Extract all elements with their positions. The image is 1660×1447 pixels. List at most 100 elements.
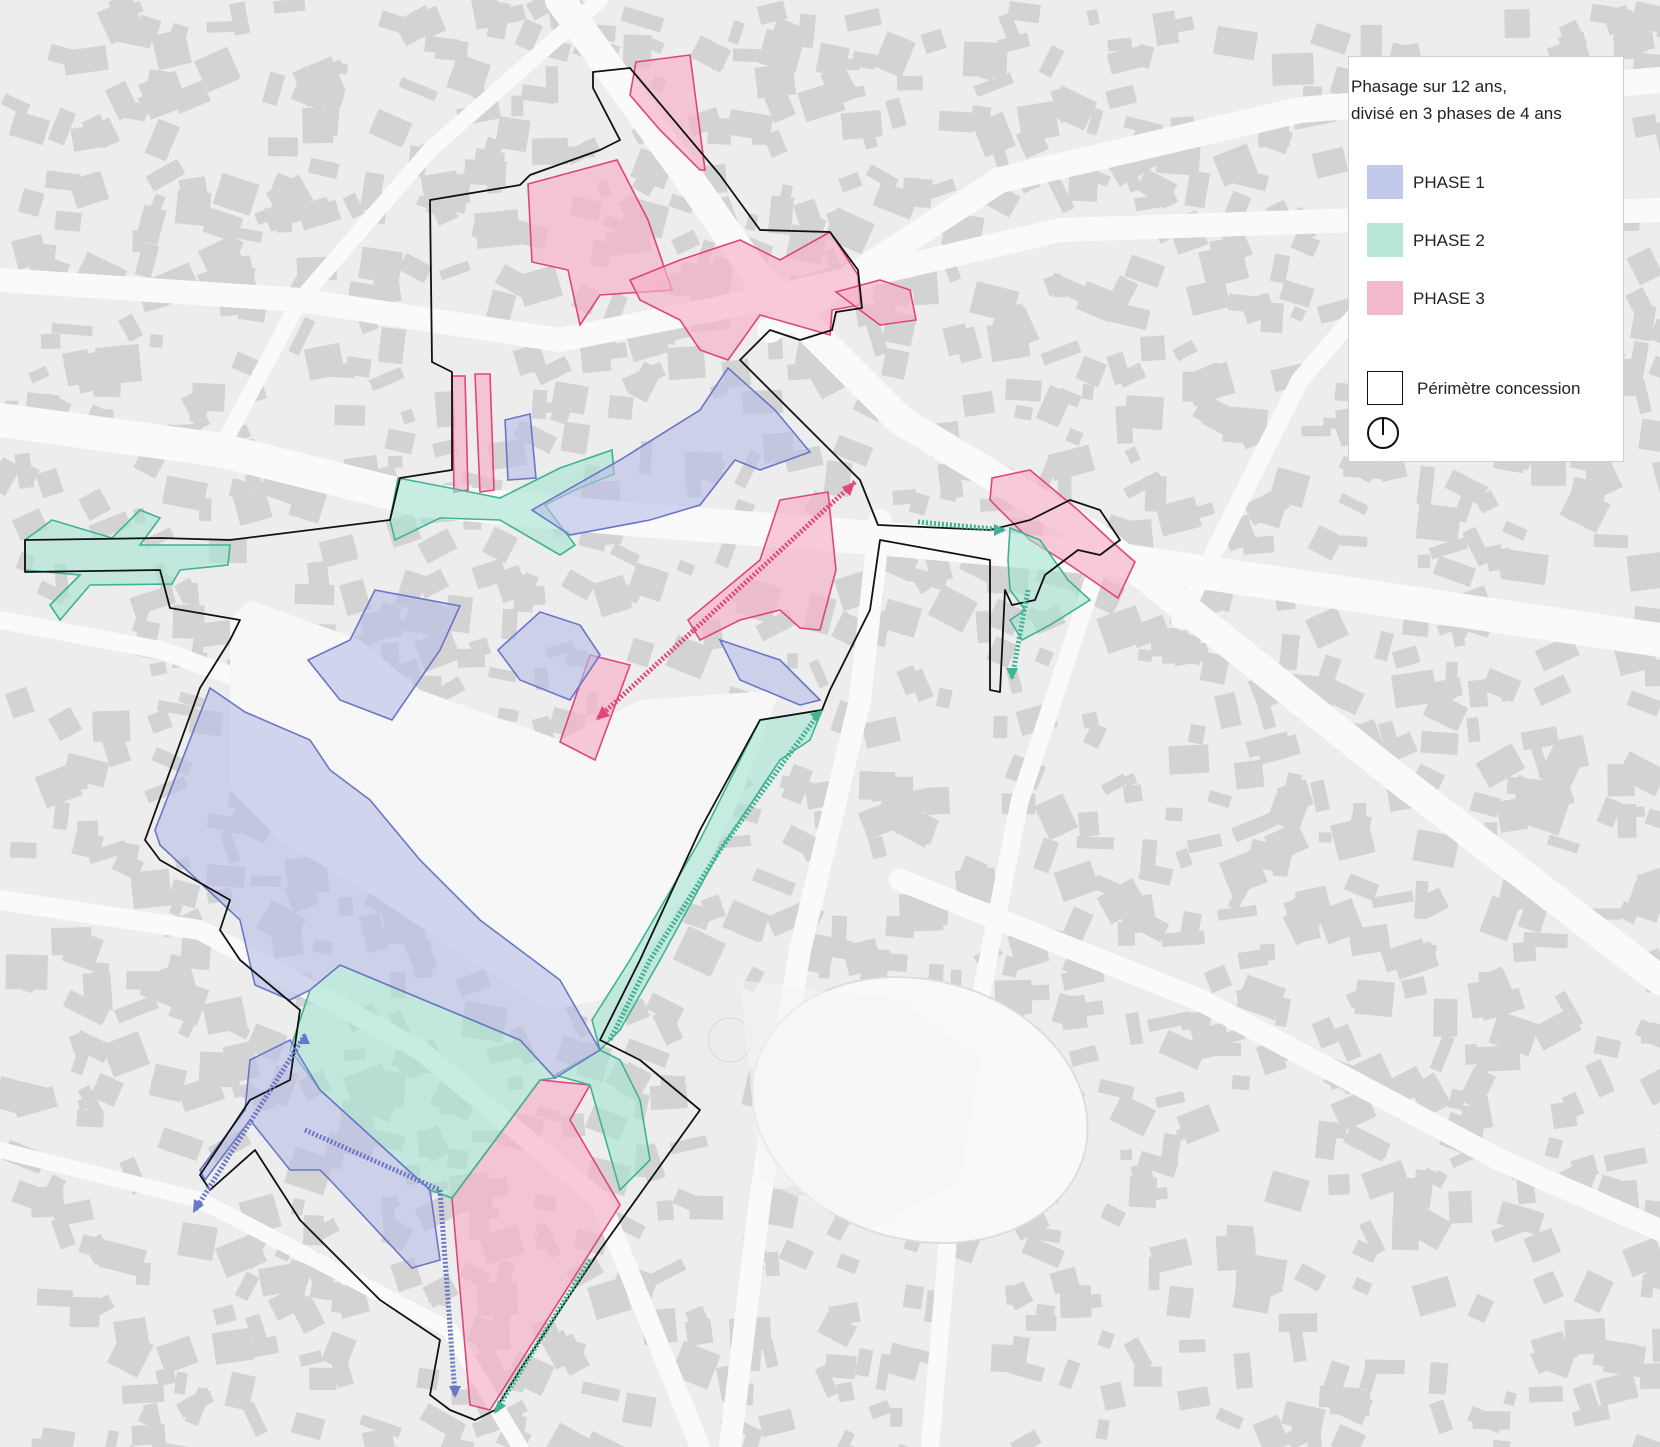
building-block (36, 1288, 74, 1308)
building-block (416, 1367, 440, 1391)
building-block (1231, 1074, 1251, 1091)
building-block (531, 137, 569, 165)
building-block (1448, 1190, 1473, 1224)
building-block (1626, 551, 1660, 592)
building-block (684, 1318, 714, 1347)
building-block (54, 210, 82, 232)
building-block (710, 55, 725, 71)
building-block (1433, 998, 1458, 1037)
building-block (1651, 1328, 1660, 1363)
building-block (767, 195, 795, 235)
building-block (132, 230, 145, 253)
building-block (1165, 807, 1183, 822)
building-block (732, 48, 765, 63)
building-block (1464, 1044, 1478, 1065)
building-block (324, 62, 348, 75)
building-block (961, 390, 996, 418)
building-block (1140, 839, 1158, 870)
building-block (334, 404, 366, 426)
building-block (1233, 759, 1265, 790)
building-block (1139, 335, 1166, 362)
legend-title-line2: divisé en 3 phases de 4 ans (1351, 104, 1562, 123)
building-block (659, 1074, 686, 1096)
building-block (30, 1185, 65, 1218)
building-block (969, 105, 992, 132)
building-block (1150, 628, 1180, 657)
legend-item-phase2: PHASE 2 (1367, 223, 1617, 259)
building-block (1340, 535, 1368, 548)
building-block (938, 110, 975, 133)
phase1-label: PHASE 1 (1413, 173, 1485, 192)
building-block (1415, 503, 1462, 543)
building-block (121, 1383, 165, 1405)
building-block (1120, 1149, 1133, 1161)
building-block (1348, 923, 1391, 957)
building-block (9, 841, 37, 859)
building-block (840, 109, 883, 141)
building-block (199, 1063, 219, 1082)
building-block (513, 574, 535, 613)
building-block (1593, 533, 1629, 549)
building-block (1390, 669, 1438, 709)
building-block (924, 786, 951, 815)
building-block (1168, 744, 1210, 775)
building-block (975, 610, 991, 644)
map-legend: Phasage sur 12 ans, divisé en 3 phases d… (1348, 56, 1624, 462)
building-block (1133, 1366, 1163, 1387)
building-block (1235, 1264, 1256, 1298)
building-block (1059, 1285, 1092, 1319)
building-block (40, 333, 61, 350)
building-block (1417, 554, 1431, 569)
building-block (1233, 1352, 1254, 1390)
building-block (178, 176, 210, 208)
building-block (1420, 730, 1459, 756)
phase3-label: PHASE 3 (1413, 289, 1485, 308)
building-block (656, 1199, 675, 1221)
building-block (1414, 1220, 1438, 1237)
building-block (1182, 371, 1217, 402)
building-block (321, 99, 341, 136)
building-block (91, 723, 108, 738)
building-block (890, 1407, 903, 1427)
building-block (993, 715, 1008, 739)
phase2-swatch (1367, 223, 1403, 257)
building-block (607, 395, 634, 421)
building-block (82, 971, 113, 1012)
building-block (707, 117, 732, 145)
building-block (1076, 836, 1115, 850)
building-block (135, 1262, 152, 1286)
building-block (1318, 1385, 1362, 1410)
building-block (1444, 661, 1458, 699)
building-block (621, 1392, 657, 1428)
building-block (1613, 22, 1644, 60)
building-block (1122, 784, 1143, 804)
north-arrow-icon (1367, 417, 1399, 449)
building-block (1124, 395, 1165, 431)
building-block (1077, 811, 1100, 837)
building-block (5, 954, 48, 990)
building-block (990, 1344, 1023, 1373)
building-block (1166, 1285, 1194, 1319)
phase1-strip (504, 413, 537, 481)
building-block (69, 1296, 100, 1328)
legend-item-perimeter: Périmètre concession (1367, 371, 1623, 407)
building-block (372, 274, 402, 305)
building-block (191, 382, 226, 412)
building-block (1627, 806, 1646, 818)
legend-item-phase3: PHASE 3 (1367, 281, 1617, 317)
building-block (211, 1327, 254, 1365)
building-block (1178, 1339, 1206, 1353)
perimeter-label: Périmètre concession (1417, 379, 1581, 398)
building-block (1327, 1174, 1350, 1196)
building-block (309, 1367, 337, 1391)
building-block (1053, 277, 1067, 298)
building-block (986, 319, 1031, 363)
building-block (896, 75, 923, 91)
building-block (1081, 383, 1095, 400)
building-block (885, 915, 916, 939)
building-block (1318, 832, 1332, 843)
perimeter-swatch (1367, 371, 1403, 405)
phase3-strip-a (451, 375, 469, 493)
building-block (377, 327, 407, 365)
building-block (177, 1221, 218, 1262)
